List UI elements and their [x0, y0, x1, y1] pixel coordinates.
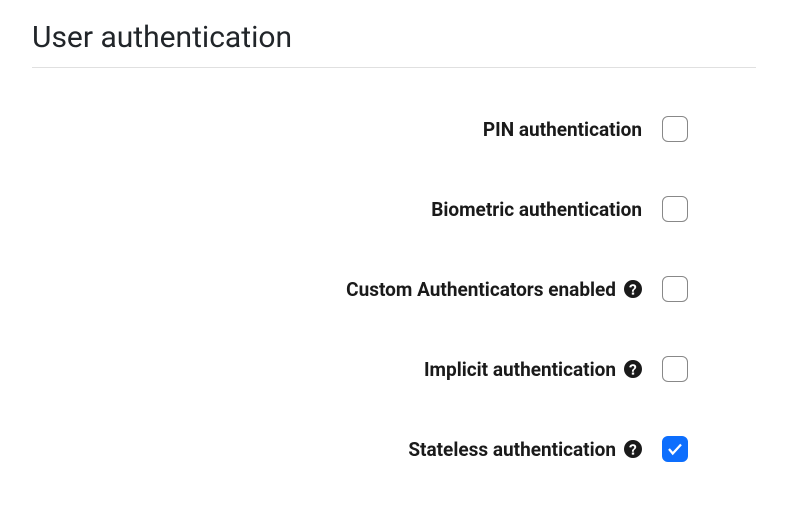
option-label-wrap: Custom Authenticators enabled [346, 278, 642, 301]
checkbox-pin[interactable] [662, 116, 688, 142]
help-icon[interactable] [624, 280, 642, 298]
option-label-pin: PIN authentication [483, 118, 642, 141]
check-icon [666, 440, 684, 458]
option-label-stateless: Stateless authentication [408, 438, 616, 461]
option-row-implicit: Implicit authentication [32, 356, 756, 382]
checkbox-biometric[interactable] [662, 196, 688, 222]
option-row-custom: Custom Authenticators enabled [32, 276, 756, 302]
auth-options-list: PIN authentication Biometric authenticat… [32, 116, 756, 462]
checkbox-implicit[interactable] [662, 356, 688, 382]
option-label-wrap: Stateless authentication [408, 438, 642, 461]
option-label-implicit: Implicit authentication [424, 358, 616, 381]
checkbox-custom[interactable] [662, 276, 688, 302]
option-label-custom: Custom Authenticators enabled [346, 278, 616, 301]
section-title: User authentication [32, 20, 756, 68]
option-label-wrap: Biometric authentication [431, 198, 642, 221]
option-row-biometric: Biometric authentication [32, 196, 756, 222]
option-row-pin: PIN authentication [32, 116, 756, 142]
option-label-biometric: Biometric authentication [431, 198, 642, 221]
help-icon[interactable] [624, 360, 642, 378]
checkbox-stateless[interactable] [662, 436, 688, 462]
option-label-wrap: PIN authentication [483, 118, 642, 141]
option-row-stateless: Stateless authentication [32, 436, 756, 462]
option-label-wrap: Implicit authentication [424, 358, 642, 381]
help-icon[interactable] [624, 440, 642, 458]
